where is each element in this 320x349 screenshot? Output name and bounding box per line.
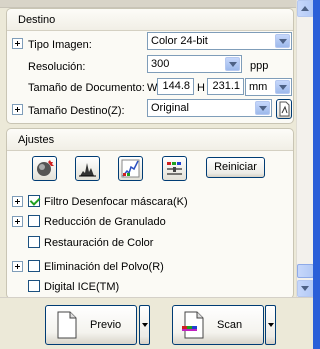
vertical-scrollbar[interactable] [296, 0, 314, 297]
auto-exposure-button[interactable] [32, 156, 57, 181]
ajustes-title: Ajustes [18, 134, 55, 146]
height-field[interactable]: 231.1 [207, 78, 244, 95]
tipo-imagen-label: Tipo Imagen: [28, 39, 92, 51]
preview-page-icon [57, 311, 77, 339]
page-orientation-icon [279, 101, 290, 117]
width-value: 144.8 [162, 80, 190, 92]
unit-select[interactable]: mm [245, 78, 292, 96]
previo-label: Previo [90, 319, 122, 331]
previo-dropdown-button[interactable] [139, 305, 150, 345]
color-adjust-icon [167, 162, 182, 175]
digital-ice-label: Digital ICE(TM) [44, 281, 120, 293]
reiniciar-label: Reiniciar [214, 161, 257, 173]
tamano-destino-label: Tamaño Destino(Z): [28, 105, 125, 117]
height-value: 231.1 [212, 80, 240, 92]
previo-button[interactable]: Previo [45, 305, 137, 345]
tipo-imagen-select[interactable]: Color 24-bit [147, 32, 292, 50]
chevron-down-icon[interactable] [255, 101, 270, 115]
chevron-down-icon[interactable] [275, 34, 290, 48]
expand-tipo-imagen-icon[interactable] [12, 38, 23, 49]
top-strip [0, 0, 296, 8]
chevron-down-icon[interactable] [225, 57, 240, 71]
digital-ice-checkbox[interactable] [28, 280, 40, 292]
restauracion-color-checkbox[interactable] [28, 236, 40, 248]
tipo-imagen-value: Color 24-bit [151, 35, 208, 47]
image-adjustment-button[interactable] [162, 156, 187, 181]
expand-reduccion-icon[interactable] [12, 216, 23, 227]
scroll-up-icon[interactable] [297, 0, 314, 17]
eliminacion-polvo-checkbox[interactable] [28, 260, 40, 272]
scan-label: Scan [217, 319, 243, 331]
histogram-button[interactable] [75, 156, 100, 181]
tamano-documento-label: Tamaño de Documento: [28, 82, 145, 94]
reiniciar-button[interactable]: Reiniciar [206, 157, 265, 178]
auto-exposure-icon [37, 160, 54, 176]
destino-header: Destino [7, 9, 293, 31]
width-field[interactable]: 144.8 [157, 78, 194, 95]
unit-value: mm [249, 81, 268, 93]
tamano-destino-select[interactable]: Original [147, 99, 272, 117]
ajustes-header: Ajustes [7, 129, 293, 151]
scan-button[interactable]: Scan [172, 305, 264, 345]
chevron-down-icon[interactable] [275, 80, 290, 94]
scroll-thumb[interactable] [297, 264, 314, 278]
settings-panel: Destino Tipo Imagen: Color 24-bit Resolu… [0, 0, 320, 297]
tamano-destino-value: Original [151, 102, 189, 114]
window-frame-right [313, 0, 320, 349]
filtro-desenfocar-checkbox[interactable] [28, 195, 40, 207]
scan-dropdown-button[interactable] [265, 305, 276, 345]
reduccion-granulado-checkbox[interactable] [28, 215, 40, 227]
action-bar: Previo Scan [0, 297, 320, 349]
expand-eliminacion-icon[interactable] [12, 261, 23, 272]
expand-tamano-destino-icon[interactable] [12, 104, 23, 115]
resolucion-select[interactable]: 300 [147, 55, 242, 73]
histogram-icon [79, 163, 96, 177]
scan-page-icon [182, 311, 204, 339]
resolucion-value: 300 [151, 58, 170, 70]
restauracion-color-label: Restauración de Color [44, 237, 154, 249]
width-label: W [147, 82, 158, 94]
destino-title: Destino [18, 14, 56, 26]
scroll-down-icon[interactable] [297, 280, 314, 297]
tone-correction-button[interactable] [118, 156, 143, 181]
resolucion-label: Resolución: [28, 61, 86, 73]
height-label: H [197, 82, 205, 94]
resolucion-unit: ppp [250, 60, 269, 72]
expand-filtro-icon[interactable] [12, 196, 23, 207]
tone-curve-icon [121, 159, 140, 178]
reduccion-granulado-label: Reducción de Granulado [44, 216, 166, 228]
eliminacion-polvo-label: Eliminación del Polvo(R) [44, 261, 164, 273]
filtro-desenfocar-label: Filtro Desenfocar máscara(K) [44, 196, 188, 208]
orientation-button[interactable] [276, 99, 292, 119]
